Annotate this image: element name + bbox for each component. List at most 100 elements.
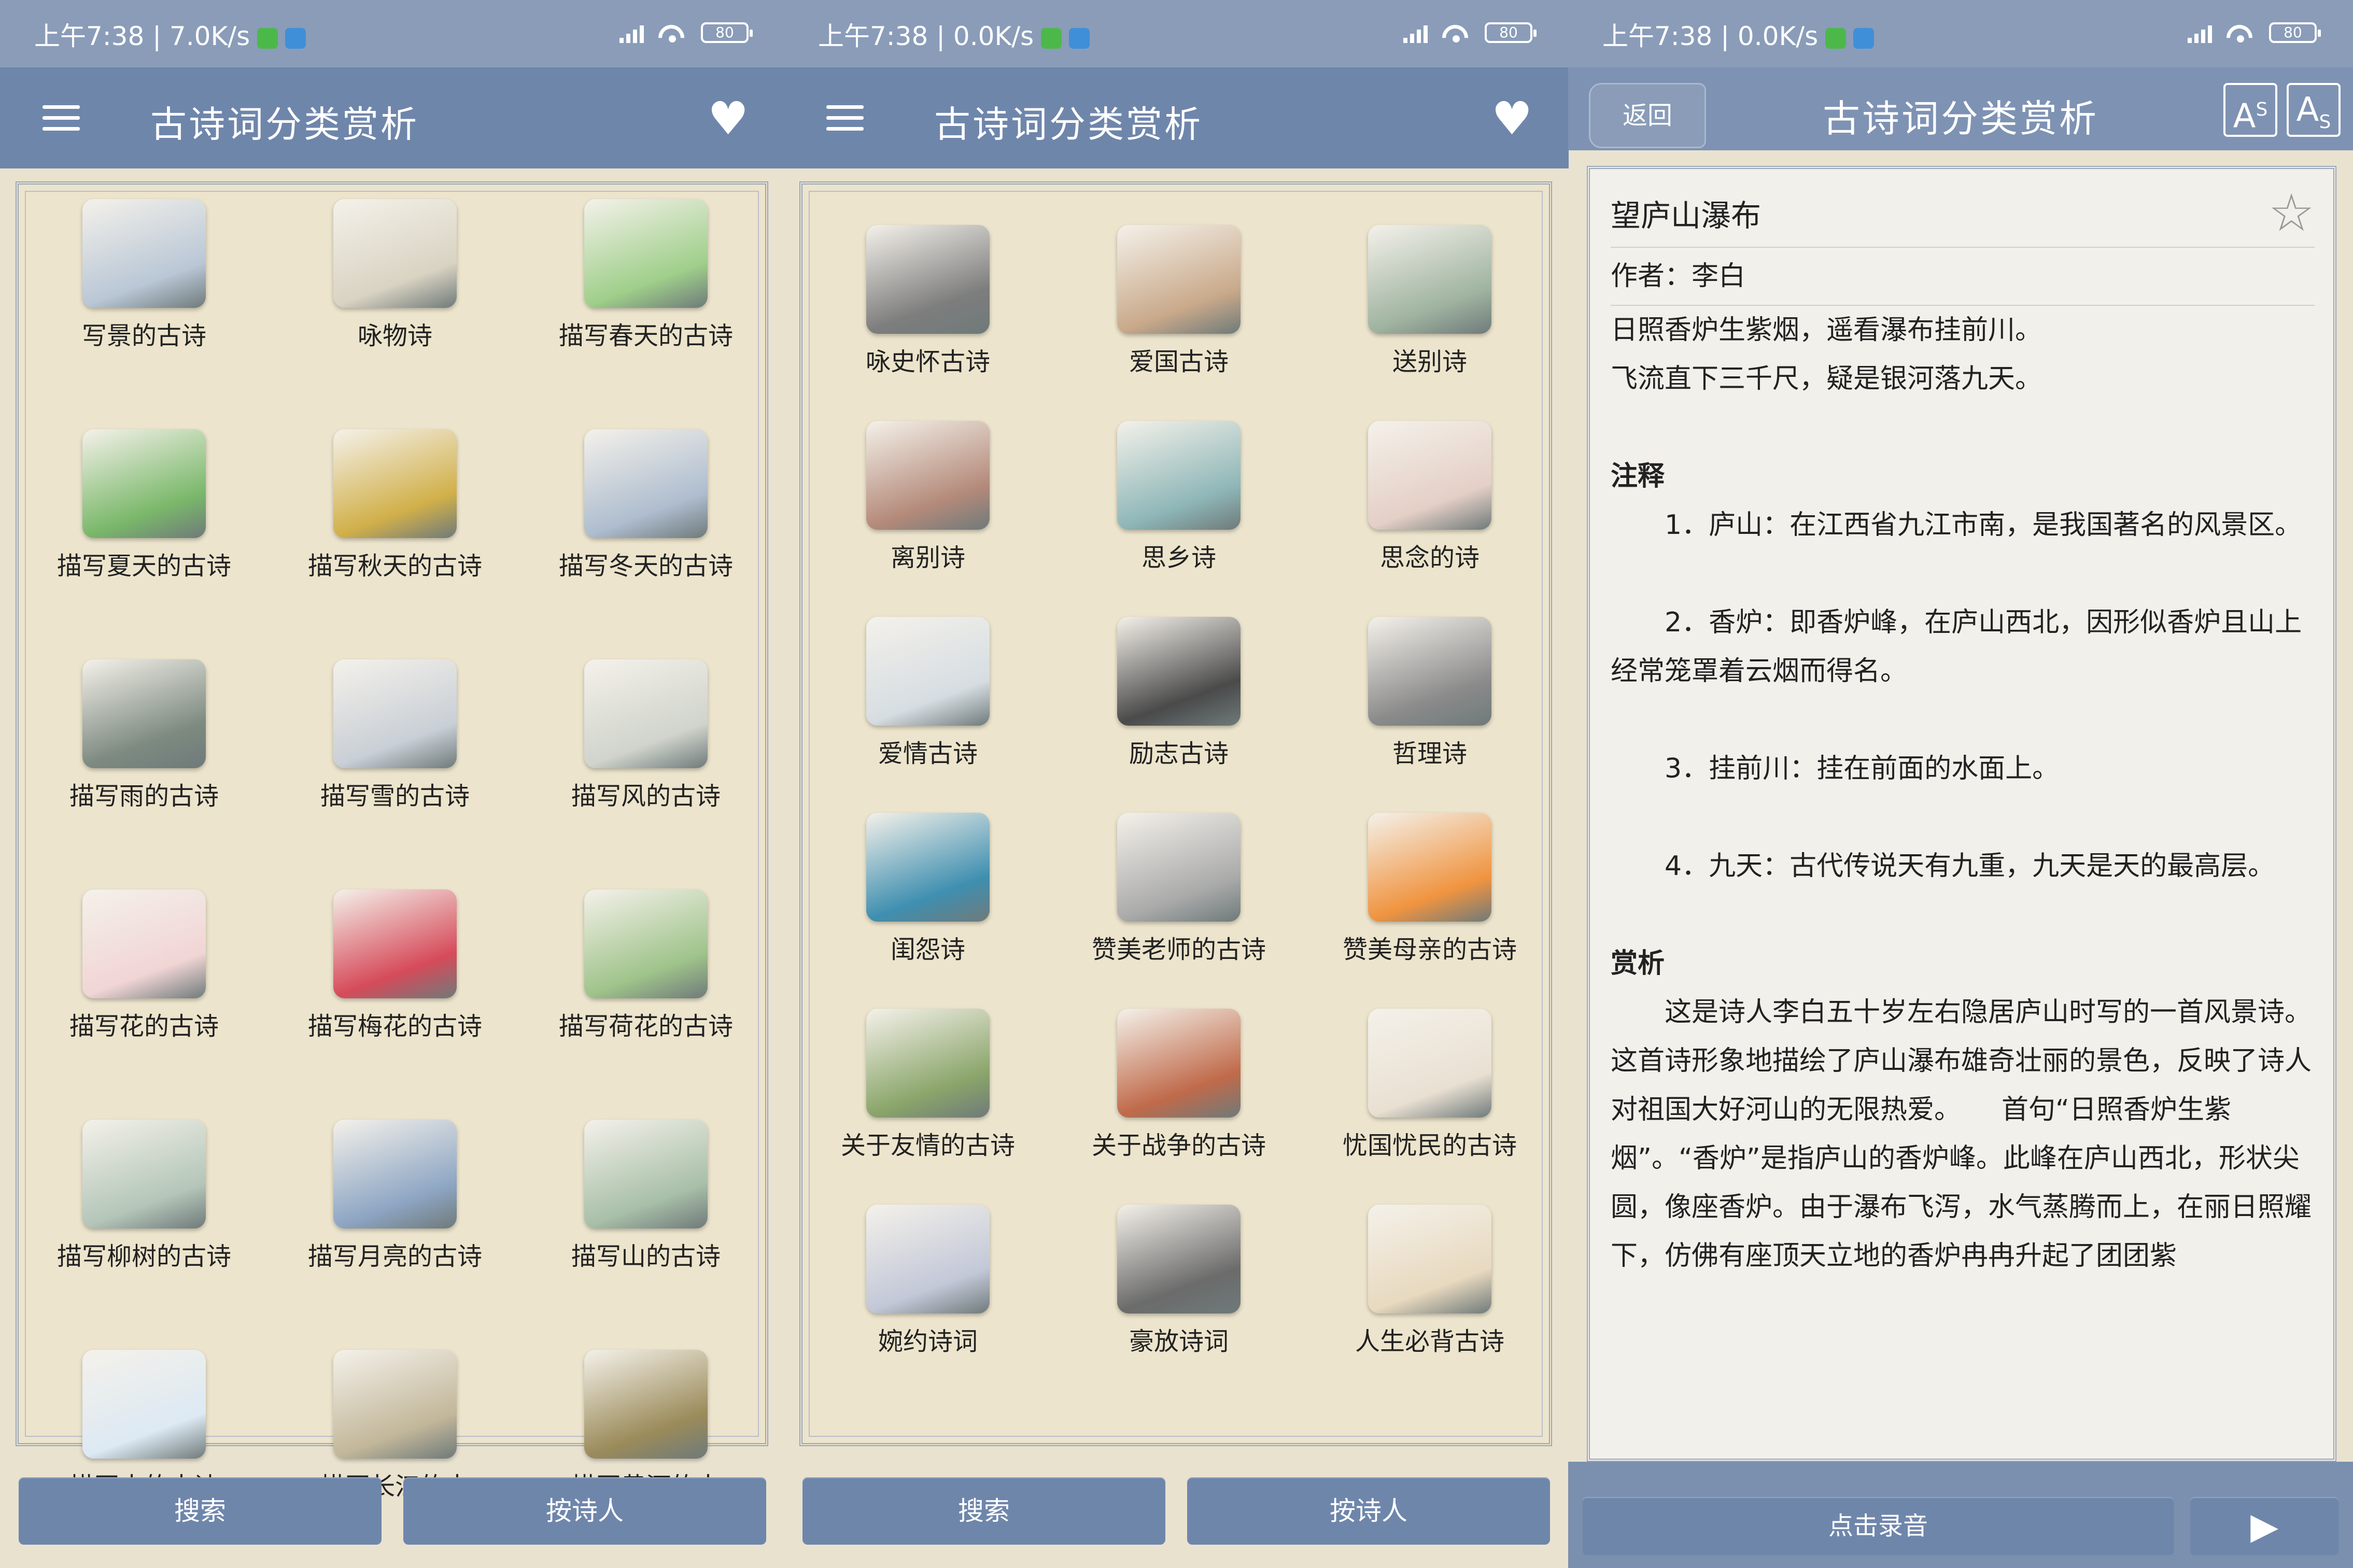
- font-increase-button[interactable]: AS: [2223, 83, 2277, 137]
- menu-icon[interactable]: [826, 105, 864, 131]
- category-item[interactable]: 人生必背古诗: [1304, 1205, 1555, 1358]
- category-item[interactable]: 描写秋天的古诗: [270, 429, 520, 583]
- app-bar: 古诗词分类赏析 ♥: [0, 67, 785, 168]
- poem-line: 飞流直下三千尺，疑是银河落九天。: [1611, 363, 2042, 394]
- category-screen-1: 上午7:38 | 7.0K/s 80 古诗词分类赏析 ♥ 写景的古诗 咏物诗 描写春…: [0, 0, 785, 1568]
- poem-title: 望庐山瀑布: [1611, 198, 1762, 233]
- category-item[interactable]: 描写冬天的古诗: [520, 429, 771, 583]
- category-thumbnail: [333, 199, 457, 308]
- by-poet-button[interactable]: 按诗人: [403, 1477, 766, 1545]
- status-time: 上午7:38 | 0.0K/s: [818, 16, 1090, 53]
- category-thumbnail: [584, 429, 708, 538]
- category-item[interactable]: 描写花的古诗: [19, 889, 270, 1043]
- category-label: 闺怨诗: [890, 935, 965, 964]
- category-item[interactable]: 描写柳树的古诗: [19, 1120, 270, 1273]
- category-item[interactable]: 赞美老师的古诗: [1053, 813, 1304, 966]
- category-item[interactable]: 关于友情的古诗: [802, 1009, 1053, 1162]
- favorite-star-icon[interactable]: ☆: [2268, 185, 2315, 247]
- category-item[interactable]: 描写雨的古诗: [19, 659, 270, 813]
- category-label: 描写冬天的古诗: [558, 552, 733, 581]
- category-label: 咏物诗: [357, 321, 432, 350]
- poem-detail-screen: 上午7:38 | 0.0K/s 80 返回 古诗词分类赏析 AS AS 望庐山瀑…: [1568, 0, 2353, 1568]
- font-decrease-button[interactable]: AS: [2287, 83, 2341, 137]
- category-label: 描写春天的古诗: [558, 321, 733, 350]
- category-item[interactable]: 忧国忧民的古诗: [1304, 1009, 1555, 1162]
- play-icon[interactable]: ▶: [2190, 1497, 2338, 1555]
- download-icon: [1825, 27, 1847, 49]
- category-thumbnail: [584, 1350, 708, 1459]
- category-thumbnail: [82, 1350, 206, 1459]
- category-item[interactable]: 送别诗: [1304, 225, 1555, 378]
- status-time: 上午7:38 | 0.0K/s: [1602, 16, 1875, 53]
- poem-content: 望庐山瀑布 ☆ 作者：李白 日照香炉生紫烟，遥看瀑布挂前川。 飞流直下三千尺，疑…: [1587, 166, 2336, 1462]
- category-item[interactable]: 描写月亮的古诗: [270, 1120, 520, 1273]
- category-label: 励志古诗: [1129, 739, 1229, 768]
- category-grid: 咏史怀古诗 爱国古诗 送别诗离别诗 思乡诗 思念的诗爱情古诗 励志古诗 哲理诗闺怨诗 赞美老师…: [799, 181, 1552, 1446]
- category-item[interactable]: 爱情古诗: [802, 617, 1053, 770]
- category-item[interactable]: 离别诗: [802, 421, 1053, 574]
- category-thumbnail: [1117, 1205, 1241, 1313]
- category-item[interactable]: 描写雪的古诗: [270, 659, 520, 813]
- category-item[interactable]: 思乡诗: [1053, 421, 1304, 574]
- favorites-heart-icon[interactable]: ♥: [1491, 96, 1532, 142]
- app-title: 古诗词分类赏析: [150, 103, 419, 146]
- wifi-icon: [657, 22, 687, 44]
- category-item[interactable]: 哲理诗: [1304, 617, 1555, 770]
- menu-icon[interactable]: [43, 105, 80, 131]
- category-label: 描写梅花的古诗: [307, 1012, 482, 1041]
- favorites-heart-icon[interactable]: ♥: [708, 96, 749, 142]
- category-label: 描写月亮的古诗: [307, 1242, 482, 1271]
- category-item[interactable]: 闺怨诗: [802, 813, 1053, 966]
- category-item[interactable]: 婉约诗词: [802, 1205, 1053, 1358]
- signal-icon: [1403, 22, 1428, 43]
- category-item[interactable]: 写景的古诗: [19, 199, 270, 352]
- category-label: 关于战争的古诗: [1091, 1131, 1266, 1160]
- appreciation-heading: 赏析: [1611, 948, 1665, 979]
- category-thumbnail: [1368, 1205, 1491, 1313]
- category-grid: 写景的古诗 咏物诗 描写春天的古诗描写夏天的古诗 描写秋天的古诗 描写冬天的古诗描写雨的…: [16, 181, 771, 1501]
- category-label: 思念的诗: [1379, 543, 1480, 572]
- category-item[interactable]: 励志古诗: [1053, 617, 1304, 770]
- category-label: 描写花的古诗: [69, 1012, 219, 1041]
- category-label: 描写雪的古诗: [320, 782, 470, 811]
- by-poet-button[interactable]: 按诗人: [1187, 1477, 1550, 1545]
- category-item[interactable]: 描写风的古诗: [520, 659, 771, 813]
- category-thumbnail: [1368, 617, 1491, 726]
- category-label: 豪放诗词: [1129, 1327, 1229, 1356]
- category-item[interactable]: 关于战争的古诗: [1053, 1009, 1304, 1162]
- category-item[interactable]: 赞美母亲的古诗: [1304, 813, 1555, 966]
- appreciation-text: 这是诗人李白五十岁左右隐居庐山时写的一首风景诗。这首诗形象地描绘了庐山瀑布雄奇壮…: [1611, 997, 2312, 1272]
- category-item[interactable]: 描写荷花的古诗: [520, 889, 771, 1043]
- category-label: 关于友情的古诗: [840, 1131, 1015, 1160]
- category-item[interactable]: 咏物诗: [270, 199, 520, 352]
- poem-line: 日照香炉生紫烟，遥看瀑布挂前川。: [1611, 315, 2042, 346]
- note-item: 1．庐山：在江西省九江市南，是我国著名的风景区。: [1665, 510, 2302, 541]
- category-label: 哲理诗: [1392, 739, 1467, 768]
- app-bar: 古诗词分类赏析 ♥: [784, 67, 1569, 168]
- category-thumbnail: [866, 617, 990, 726]
- category-thumbnail: [1117, 813, 1241, 922]
- category-item[interactable]: 思念的诗: [1304, 421, 1555, 574]
- category-item[interactable]: 豪放诗词: [1053, 1205, 1304, 1358]
- category-item[interactable]: 描写梅花的古诗: [270, 889, 520, 1043]
- category-item[interactable]: 咏史怀古诗: [802, 225, 1053, 378]
- category-thumbnail: [82, 659, 206, 768]
- wifi-icon: [1441, 22, 1471, 44]
- category-thumbnail: [1368, 225, 1491, 334]
- category-thumbnail: [584, 199, 708, 308]
- category-item[interactable]: 描写夏天的古诗: [19, 429, 270, 583]
- category-item[interactable]: 描写山的古诗: [520, 1120, 771, 1273]
- category-thumbnail: [866, 225, 990, 334]
- category-item[interactable]: 描写春天的古诗: [520, 199, 771, 352]
- app-notification-icon: [1069, 27, 1090, 49]
- category-thumbnail: [333, 889, 457, 998]
- category-thumbnail: [333, 659, 457, 768]
- record-button[interactable]: 点击录音: [1583, 1497, 2174, 1555]
- search-button[interactable]: 搜索: [802, 1477, 1165, 1545]
- search-button[interactable]: 搜索: [19, 1477, 382, 1545]
- battery-icon: 80: [701, 22, 753, 43]
- category-label: 描写山的古诗: [571, 1242, 721, 1271]
- category-label: 忧国忧民的古诗: [1342, 1131, 1517, 1160]
- category-item[interactable]: 爱国古诗: [1053, 225, 1304, 378]
- category-thumbnail: [1117, 1009, 1241, 1118]
